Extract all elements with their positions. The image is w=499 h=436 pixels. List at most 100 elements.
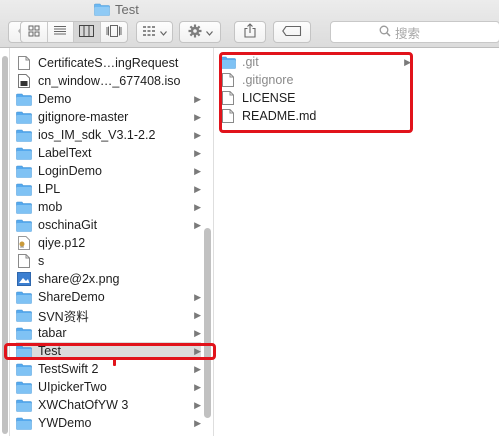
certificate-icon [16, 236, 32, 250]
disclosure-arrow-icon: ▶ [194, 165, 201, 176]
list-item[interactable]: CertificateS…ingRequest [16, 54, 201, 72]
disclosure-arrow-icon: ▶ [194, 399, 201, 410]
folder-icon [16, 326, 32, 340]
list-item[interactable]: LabelText ▶ [16, 144, 201, 162]
disclosure-arrow-icon: ▶ [194, 327, 201, 338]
list-item[interactable]: oschinaGit ▶ [16, 216, 201, 234]
list-item[interactable]: XWChatOfYW 3 ▶ [16, 396, 201, 414]
list-item-label: s [38, 254, 45, 268]
image-file-icon [16, 272, 32, 286]
list-item[interactable]: YWDemo ▶ [16, 414, 201, 432]
folder-icon [16, 290, 32, 304]
document-icon [16, 56, 32, 70]
disclosure-arrow-icon: ▶ [194, 381, 201, 392]
list-item-label: LabelText [38, 146, 92, 160]
folder-icon [16, 200, 32, 214]
window-title: Test [94, 0, 139, 18]
list-item[interactable]: ios_IM_sdk_V3.1-2.2 ▶ [16, 126, 201, 144]
view-mode-segment [20, 21, 128, 43]
list-item[interactable]: ShareDemo ▶ [16, 288, 201, 306]
folder-icon [16, 308, 32, 322]
list-item[interactable]: UIpickerTwo ▶ [16, 378, 201, 396]
disclosure-arrow-icon: ▶ [194, 147, 201, 158]
icon-view-button[interactable] [21, 22, 48, 42]
list-item[interactable]: gitignore-master ▶ [16, 108, 201, 126]
list-item[interactable]: TestSwift 2 ▶ [16, 360, 201, 378]
folder-icon [94, 3, 110, 16]
folder-icon [16, 398, 32, 412]
list-item-label: LoginDemo [38, 164, 102, 178]
annotation-box-test [4, 343, 216, 360]
disclosure-arrow-icon: ▶ [194, 111, 201, 122]
window-toolbar: Test 搜索 [0, 0, 499, 48]
list-item-label: mob [38, 200, 63, 214]
list-item[interactable]: Demo ▶ [16, 90, 201, 108]
grid-group-icon [142, 25, 156, 39]
list-view-button[interactable] [48, 22, 74, 42]
cover-flow-icon [106, 24, 122, 40]
list-item[interactable]: mob ▶ [16, 198, 201, 216]
list-item-label: gitignore-master [38, 110, 129, 124]
folder-icon [16, 416, 32, 430]
folder-icon [16, 164, 32, 178]
action-menu-button[interactable] [179, 21, 221, 43]
list-item-label: share@2x.png [38, 272, 120, 286]
folder-icon [16, 128, 32, 142]
annotation-box-contents [219, 52, 413, 133]
tag-button[interactable] [273, 21, 311, 43]
column-view-button[interactable] [74, 22, 101, 42]
disclosure-arrow-icon: ▶ [194, 129, 201, 140]
list-item[interactable]: LPL ▶ [16, 180, 201, 198]
share-button[interactable] [234, 21, 266, 43]
cover-flow-view-button[interactable] [101, 22, 127, 42]
list-item-label: ShareDemo [38, 290, 105, 304]
disclosure-arrow-icon: ▶ [194, 219, 201, 230]
folder-icon [16, 92, 32, 106]
list-item-label: Demo [38, 92, 72, 106]
list-icon [53, 25, 67, 39]
search-placeholder: 搜索 [395, 26, 421, 41]
list-item[interactable]: tabar ▶ [16, 324, 201, 342]
list-item-label: SVN资料 [38, 309, 89, 324]
disclosure-arrow-icon: ▶ [194, 183, 201, 194]
list-item-label: LPL [38, 182, 61, 196]
folder-icon [16, 218, 32, 232]
list-item-label: YWDemo [38, 416, 92, 430]
disclosure-arrow-icon: ▶ [194, 291, 201, 302]
list-item[interactable]: s [16, 252, 201, 270]
gear-icon [188, 24, 202, 41]
group-by-button[interactable] [136, 21, 173, 43]
folder-icon [16, 362, 32, 376]
search-field[interactable]: 搜索 [330, 21, 499, 43]
disk-image-icon [16, 74, 32, 88]
folder-icon [16, 182, 32, 196]
share-icon [244, 23, 256, 41]
chevron-down-icon [205, 25, 213, 39]
disclosure-arrow-icon: ▶ [194, 93, 201, 104]
list-item[interactable]: LoginDemo ▶ [16, 162, 201, 180]
list-item-label: UIpickerTwo [38, 380, 107, 394]
list-item[interactable]: share@2x.png [16, 270, 201, 288]
tag-icon [282, 25, 302, 39]
list-item-label: tabar [38, 326, 67, 340]
list-item-label: XWChatOfYW 3 [38, 398, 129, 412]
search-icon [379, 25, 391, 40]
disclosure-arrow-icon: ▶ [194, 417, 201, 428]
list-item[interactable]: cn_window…_677408.iso [16, 72, 201, 90]
list-item[interactable]: qiye.p12 [16, 234, 201, 252]
list-item-label: qiye.p12 [38, 236, 86, 250]
folder-icon [16, 380, 32, 394]
folder-icon [16, 146, 32, 160]
disclosure-arrow-icon: ▶ [194, 309, 201, 320]
list-item[interactable]: SVN资料 ▶ [16, 306, 201, 324]
disclosure-arrow-icon: ▶ [194, 201, 201, 212]
list-item-label: cn_window…_677408.iso [38, 74, 181, 88]
parent-column-scrollbar[interactable] [2, 56, 8, 434]
icon-grid-icon [28, 25, 40, 40]
folder-column-scroll-thumb[interactable] [204, 228, 211, 418]
disclosure-arrow-icon: ▶ [194, 363, 201, 374]
window-title-text: Test [115, 1, 139, 17]
folder-column-scrollbar[interactable] [202, 48, 212, 436]
chevron-down-icon [160, 25, 167, 39]
annotation-tick [113, 358, 116, 366]
